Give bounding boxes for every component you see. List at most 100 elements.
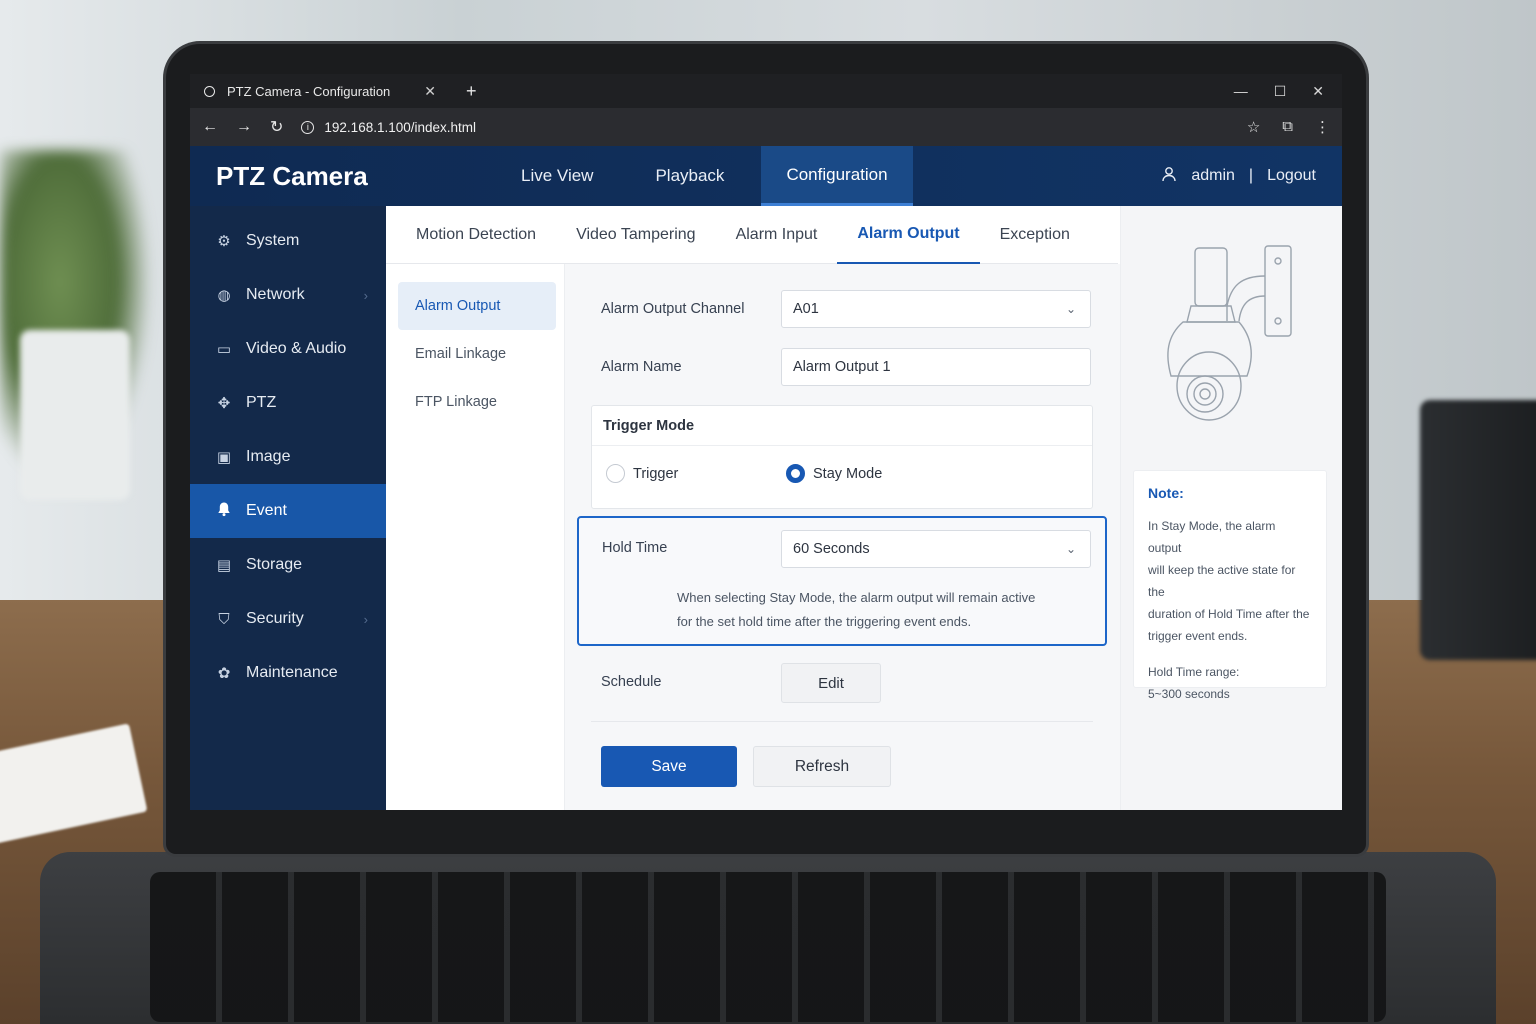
radio-stay-label: Stay Mode bbox=[813, 465, 883, 482]
sidebar-item-label: Maintenance bbox=[246, 664, 338, 681]
bell-icon bbox=[214, 501, 234, 521]
chevron-right-icon: › bbox=[363, 287, 368, 303]
chevron-down-icon: ⌄ bbox=[1065, 302, 1076, 316]
note-title: Note: bbox=[1148, 485, 1184, 501]
laptop-screen: PTZ Camera - Configuration ✕ + — ☐ ✕ ← →… bbox=[190, 74, 1342, 810]
alarm-name-input[interactable]: Alarm Output 1 bbox=[781, 348, 1091, 386]
browser-tabbar: PTZ Camera - Configuration ✕ + — ☐ ✕ bbox=[190, 74, 1342, 108]
schedule-label: Schedule bbox=[601, 674, 662, 690]
edit-schedule-button[interactable]: Edit bbox=[781, 663, 881, 703]
username[interactable]: admin bbox=[1191, 167, 1235, 185]
tab-alarm-output[interactable]: Alarm Output bbox=[837, 206, 980, 264]
sidebar-item-system[interactable]: ⚙ System bbox=[190, 214, 386, 268]
window-controls: — ☐ ✕ bbox=[1234, 74, 1324, 108]
browser-tab[interactable]: PTZ Camera - Configuration ✕ bbox=[204, 74, 452, 108]
alarm-name-value: Alarm Output 1 bbox=[793, 359, 891, 375]
channel-select[interactable]: A01 ⌄ bbox=[781, 290, 1091, 328]
hold-time-select[interactable]: 60 Seconds ⌄ bbox=[781, 530, 1091, 568]
alarm-output-form: Alarm Output Channel A01 ⌄ Alarm Name Al… bbox=[564, 264, 1120, 810]
hold-time-value: 60 Seconds bbox=[793, 541, 870, 557]
url-field[interactable]: i 192.168.1.100/index.html bbox=[301, 120, 476, 135]
shield-icon: ⛉ bbox=[218, 610, 230, 628]
back-icon[interactable]: ← bbox=[202, 118, 218, 136]
new-tab-icon[interactable]: + bbox=[466, 81, 477, 102]
gear-icon: ⚙ bbox=[217, 233, 231, 250]
sidebar-item-label: PTZ bbox=[246, 394, 277, 411]
image-icon: ▣ bbox=[216, 449, 232, 466]
video-camera-icon: ▭ bbox=[216, 341, 232, 358]
joystick-icon: ✥ bbox=[217, 395, 231, 412]
browser-menu-icon[interactable]: ⋮ bbox=[1315, 118, 1330, 136]
nav-playback[interactable]: Playback bbox=[630, 146, 749, 206]
radio-stay-mode[interactable]: Stay Mode bbox=[786, 464, 882, 483]
radio-unselected-icon bbox=[606, 464, 625, 483]
alarm-name-label: Alarm Name bbox=[601, 359, 682, 375]
sidebar-item-label: Image bbox=[246, 448, 291, 465]
storage-icon: ▤ bbox=[216, 557, 232, 574]
hold-help-line-1: When selecting Stay Mode, the alarm outp… bbox=[677, 590, 1036, 605]
sidebar-item-label: Video & Audio bbox=[246, 340, 347, 357]
laptop-keyboard bbox=[150, 872, 1386, 1022]
trigger-mode-group: Trigger Mode Trigger Stay Mode bbox=[591, 405, 1093, 509]
channel-label: Alarm Output Channel bbox=[601, 301, 745, 317]
menu-ftp-linkage[interactable]: FTP Linkage bbox=[398, 378, 556, 426]
nav-live-view[interactable]: Live View bbox=[496, 146, 618, 206]
menu-alarm-output[interactable]: Alarm Output bbox=[398, 282, 556, 330]
tools-icon: ✿ bbox=[217, 665, 231, 682]
sidebar-item-image[interactable]: ▣ Image bbox=[190, 430, 386, 484]
header-separator: | bbox=[1248, 167, 1254, 184]
schedule-row: Schedule Edit bbox=[591, 660, 1093, 722]
note-body-line-4: trigger event ends. bbox=[1148, 629, 1248, 643]
close-window-icon[interactable]: ✕ bbox=[1312, 83, 1324, 100]
hold-help-line-2: for the set hold time after the triggeri… bbox=[677, 614, 972, 629]
hold-time-group: Hold Time 60 Seconds ⌄ When selecting St… bbox=[577, 516, 1107, 646]
sidebar-item-security[interactable]: ⛉ Security › bbox=[190, 592, 386, 646]
chevron-down-icon: ⌄ bbox=[1065, 542, 1076, 556]
brand-title: PTZ Camera bbox=[216, 160, 368, 191]
radio-trigger[interactable]: Trigger bbox=[606, 464, 678, 483]
globe-icon: ◍ bbox=[217, 287, 231, 304]
site-info-icon[interactable]: i bbox=[301, 120, 315, 134]
main-panel: Motion Detection Video Tampering Alarm I… bbox=[386, 206, 1342, 810]
user-icon bbox=[1161, 166, 1177, 187]
linkage-menu: Alarm Output Email Linkage FTP Linkage bbox=[398, 282, 556, 426]
refresh-button[interactable]: Refresh bbox=[753, 746, 891, 787]
sidebar-item-label: Security bbox=[246, 610, 304, 627]
browser-address-bar: ← → ↻ i 192.168.1.100/index.html ☆ ⧉ ⋮ bbox=[190, 108, 1342, 146]
close-tab-icon[interactable]: ✕ bbox=[424, 83, 436, 100]
menu-email-linkage[interactable]: Email Linkage bbox=[398, 330, 556, 378]
tab-motion-detection[interactable]: Motion Detection bbox=[416, 206, 556, 264]
note-range-label: Hold Time range: bbox=[1148, 665, 1240, 679]
bookmark-star-icon[interactable]: ☆ bbox=[1247, 118, 1260, 136]
sidebar-item-maintenance[interactable]: ✿ Maintenance bbox=[190, 646, 386, 700]
nav-configuration[interactable]: Configuration bbox=[761, 146, 913, 206]
tab-exception[interactable]: Exception bbox=[980, 206, 1090, 264]
minimize-icon[interactable]: — bbox=[1234, 83, 1248, 99]
url-text: 192.168.1.100/index.html bbox=[324, 119, 477, 135]
event-subtabs: Motion Detection Video Tampering Alarm I… bbox=[386, 206, 1118, 264]
extensions-icon[interactable]: ⧉ bbox=[1282, 118, 1293, 136]
logout-link[interactable]: Logout bbox=[1267, 167, 1316, 185]
background-pen-cup bbox=[1420, 400, 1536, 660]
tab-video-tampering[interactable]: Video Tampering bbox=[556, 206, 716, 264]
info-panel: Note: In Stay Mode, the alarm output wil… bbox=[1120, 206, 1342, 810]
top-nav: Live View Playback Configuration bbox=[484, 146, 913, 206]
note-box: Note: In Stay Mode, the alarm output wil… bbox=[1133, 470, 1327, 701]
forward-icon[interactable]: → bbox=[236, 118, 252, 136]
trigger-mode-title: Trigger Mode bbox=[592, 406, 1092, 446]
sidebar-item-label: Event bbox=[246, 502, 287, 519]
sidebar-item-event[interactable]: Event bbox=[190, 484, 386, 538]
sidebar-item-ptz[interactable]: ✥ PTZ bbox=[190, 376, 386, 430]
sidebar-item-label: Network bbox=[246, 286, 305, 303]
chevron-right-icon: › bbox=[363, 611, 368, 627]
radio-selected-icon bbox=[786, 464, 805, 483]
note-body-line-1: In Stay Mode, the alarm output bbox=[1148, 519, 1276, 555]
save-button[interactable]: Save bbox=[601, 746, 737, 787]
tab-alarm-input[interactable]: Alarm Input bbox=[716, 206, 838, 264]
sidebar-item-storage[interactable]: ▤ Storage bbox=[190, 538, 386, 592]
sidebar-item-video-audio[interactable]: ▭ Video & Audio bbox=[190, 322, 386, 376]
sidebar-item-network[interactable]: ◍ Network › bbox=[190, 268, 386, 322]
maximize-icon[interactable]: ☐ bbox=[1274, 83, 1287, 100]
reload-icon[interactable]: ↻ bbox=[270, 117, 283, 137]
note-body-line-3: duration of Hold Time after the bbox=[1148, 607, 1310, 621]
